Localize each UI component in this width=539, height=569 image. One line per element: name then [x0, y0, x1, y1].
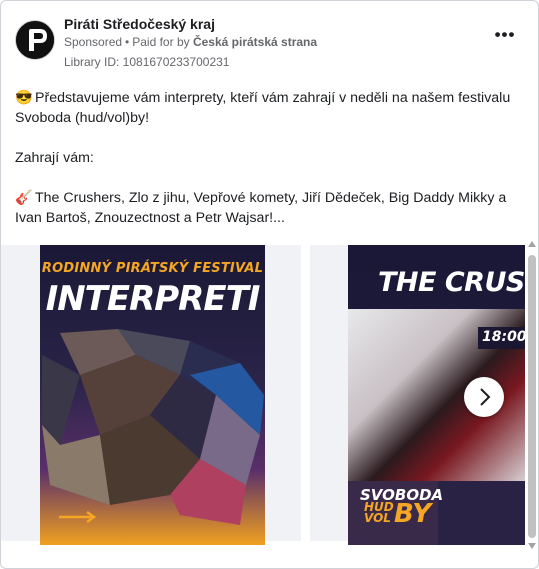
band-photo-collage-icon — [42, 329, 264, 525]
post-paragraph-lineup: 🎸 The Crushers, Zlo z jihu, Vepřové komet… — [15, 188, 525, 228]
post-paragraph-intro: 😎 Představujeme vám interprety, kteří vám… — [15, 88, 525, 128]
post-line-intro: Představujeme vám interprety, kteří vám … — [15, 90, 511, 126]
poster-band-title: THE CRUSHERS — [378, 267, 525, 298]
chevron-right-icon[interactable] — [464, 377, 504, 417]
page-name[interactable]: Piráti Středočeský kraj — [64, 16, 215, 32]
scroll-down-arrow-icon[interactable] — [527, 542, 537, 550]
pirate-party-logo-icon[interactable] — [15, 20, 55, 60]
image-carousel: RODINNÝ PIRÁTSKÝ FESTIVAL INTERPRETI THE… — [1, 245, 525, 545]
post-paragraph-lineup-heading: Zahrají vám: — [15, 148, 525, 168]
sponsor-line: Sponsored • Paid for by Česká pirátská str… — [64, 35, 317, 49]
guitar-emoji-icon: 🎸 — [15, 190, 33, 206]
poster-interpreti[interactable]: RODINNÝ PIRÁTSKÝ FESTIVAL INTERPRETI — [40, 245, 265, 545]
arrow-right-icon — [59, 511, 97, 523]
separator-dot: • — [125, 35, 130, 49]
carousel-next-button[interactable] — [464, 377, 504, 417]
post-line-lineup[interactable]: The Crushers, Zlo z jihu, Vepřové komety… — [15, 190, 506, 226]
sponsored-label: Sponsored — [64, 35, 123, 49]
post-line-lineup-heading: Zahrají vám: — [15, 150, 94, 166]
payer-name[interactable]: Česká pirátská strana — [193, 35, 317, 49]
post-text: 😎 Představujeme vám interprety, kteří vám… — [15, 88, 525, 248]
ad-card: Piráti Středočeský kraj Sponsored • Paid f… — [0, 0, 539, 569]
library-id: Library ID: 1081670233700231 — [64, 55, 230, 69]
logo-by: BY — [394, 499, 432, 529]
logo-hud-vol: HUD VOL — [364, 500, 394, 525]
sunglasses-emoji-icon: 😎 — [15, 90, 33, 106]
more-options-icon[interactable]: ••• — [492, 26, 518, 45]
scroll-up-arrow-icon[interactable] — [527, 240, 537, 248]
paid-for-label: Paid for by — [132, 35, 190, 49]
poster-time: 18:00– — [478, 327, 525, 349]
post-header: Piráti Středočeský kraj Sponsored • Paid f… — [15, 15, 524, 71]
scrollbar-thumb[interactable] — [528, 255, 536, 538]
